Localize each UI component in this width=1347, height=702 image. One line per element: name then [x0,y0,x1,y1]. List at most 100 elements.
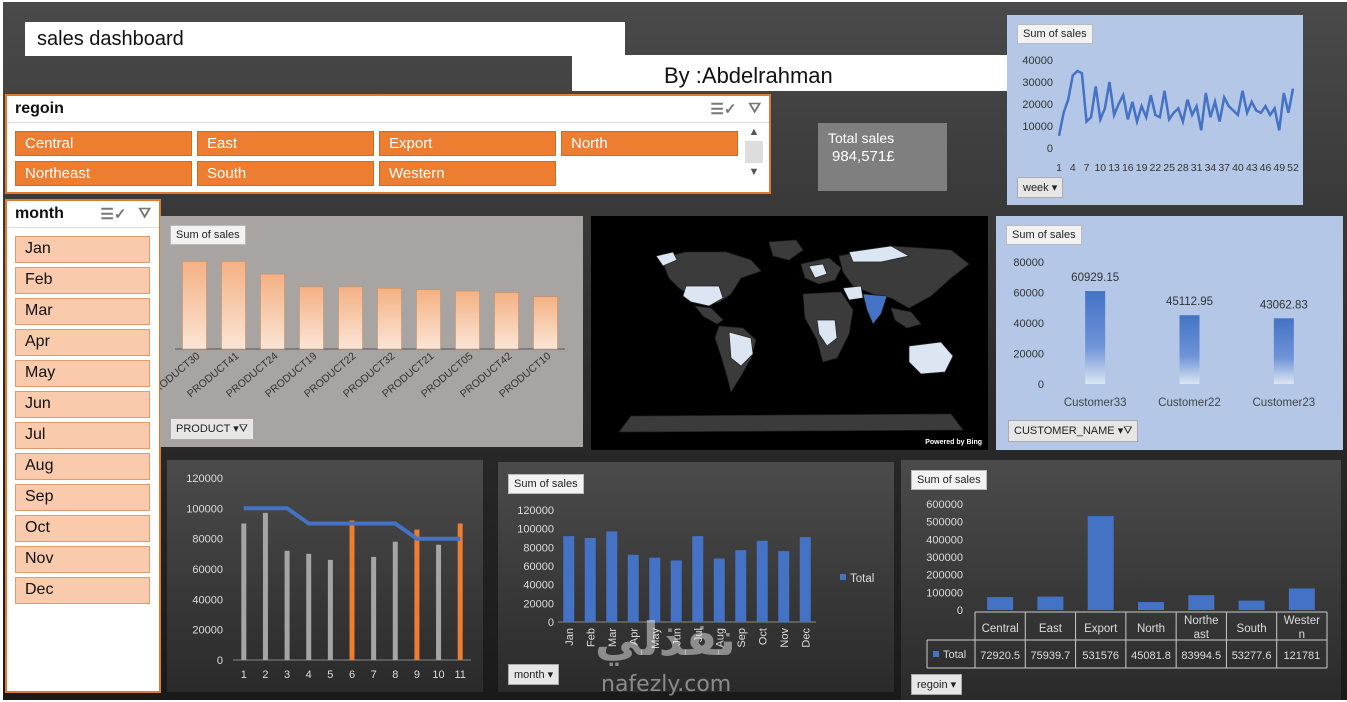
x-tick-label: Customer23 [1253,397,1316,409]
bar [284,550,290,660]
series-line [1057,69,1295,137]
y-tick-label: 20000 [1013,349,1044,361]
map-region-australia [908,341,954,375]
multi-select-icon[interactable]: ☰✓ [710,100,736,118]
y-tick-label: 120000 [186,473,223,485]
customer-sales-chart: 0 20000 40000 60000 80000 60929.15 Customer33 4… [1013,257,1316,409]
month-chip[interactable]: Jan [15,236,150,263]
x-tick-label: 52 [1287,162,1299,174]
x-tick-label: 10 [1094,162,1106,174]
bar [436,544,442,660]
table-value: 83994.5 [1181,650,1221,662]
region-filter-button[interactable]: regoin ▾ [911,674,963,695]
bar [262,512,268,660]
bar [221,261,246,350]
month-chip[interactable]: Mar [15,298,150,325]
monthly-combo-panel: 0 20000 40000 60000 80000 100000 120000 1 2 3 4 5 6 7… [167,460,483,692]
bar [260,273,285,350]
week-filter-label: week [1023,182,1049,194]
bar [299,286,324,350]
scroll-up-icon[interactable]: ▲ [745,126,763,138]
y-tick-label: 60000 [1013,288,1044,300]
month-chip[interactable]: Aug [15,453,150,480]
x-tick-label: 8 [392,669,398,681]
dropdown-icon: ▾ [547,669,554,681]
region-chip[interactable]: Northeast [15,161,192,186]
currency-symbol: £ [886,148,895,165]
month-filter-button[interactable]: month ▾ [508,664,560,685]
month-chip[interactable]: Dec [15,577,150,604]
data-label: 43062.83 [1260,299,1308,311]
bar [182,261,207,350]
month-chip[interactable]: May [15,360,150,387]
region-chip[interactable]: South [197,161,374,186]
customer-filter-button[interactable]: CUSTOMER_NAME ▾⛛ [1008,420,1139,442]
x-tick-label: North [1137,623,1165,635]
bar [306,553,312,660]
x-tick-label: 1 [1056,162,1062,174]
bar [692,536,704,622]
dropdown-icon: ▾ [950,679,957,691]
clear-filter-icon[interactable]: ⛛ [748,100,761,118]
product-filter-button[interactable]: PRODUCT ▾⛛ [170,418,255,440]
x-tick-label: 2 [262,669,268,681]
clear-filter-icon[interactable]: ⛛ [138,205,151,223]
legend-label: Total [850,573,874,585]
region-slicer: regoin ☰✓ ⛛ Central East Export North No… [5,94,771,194]
month-chip[interactable]: Sep [15,484,150,511]
y-tick-label: 300000 [926,552,963,564]
month-chip[interactable]: Apr [15,329,150,356]
bar [1273,318,1294,384]
y-tick-label: 40000 [1022,55,1053,67]
total-sales-card: Total sales 984,571£ [818,123,947,191]
x-tick-label: Customer33 [1064,397,1127,409]
x-tick-label: Nov [779,628,791,648]
y-tick-label: 0 [1047,143,1053,155]
filter-dropdown-icon: ▾⛛ [233,423,249,435]
region-chip[interactable]: Central [15,131,192,156]
scroll-thumb[interactable] [745,141,763,163]
y-tick-label: 500000 [926,517,963,529]
region-slicer-header: regoin ☰✓ ⛛ [7,96,769,123]
x-tick-label: 9 [414,669,420,681]
bar [349,520,355,660]
bar [756,540,768,622]
x-tick-label: 34 [1205,162,1217,174]
multi-select-icon[interactable]: ☰✓ [100,205,126,223]
bar [987,597,1014,610]
region-chip[interactable]: North [561,131,738,156]
watermark-latin: nafezly.com [601,672,732,697]
x-tick-label: Wester [1284,615,1320,627]
scroll-down-icon[interactable]: ▼ [745,166,763,178]
data-label: 60929.15 [1071,272,1119,284]
legend-swatch [840,574,846,580]
region-chip[interactable]: Export [379,131,556,156]
month-filter-label: month [514,669,545,681]
month-chip[interactable]: Oct [15,515,150,542]
y-tick-label: 40000 [1013,318,1044,330]
y-tick-label: 400000 [926,534,963,546]
x-tick-label: Export [1084,623,1118,635]
region-chip[interactable]: Western [379,161,556,186]
y-tick-label: 120000 [517,505,554,517]
region-slicer-scrollbar[interactable]: ▲ ▼ [745,126,763,186]
x-tick-label: South [1237,623,1267,635]
month-chip[interactable]: Jun [15,391,150,418]
legend-label: Total [943,649,966,661]
x-tick-label: n [1299,629,1305,641]
author-label: By :Abdelrahman [572,55,1008,91]
y-tick-label: 10000 [1022,121,1053,133]
month-chip[interactable]: Nov [15,546,150,573]
y-tick-label: 100000 [926,587,963,599]
week-filter-button[interactable]: week ▾ [1017,177,1064,198]
region-chip[interactable]: East [197,131,374,156]
x-tick-label: Central [982,623,1019,635]
watermark-arabic: نفذلي [595,612,736,666]
month-chip[interactable]: Feb [15,267,150,294]
x-tick-label: 7 [1084,162,1090,174]
region-sales-chart: 0 100000 200000 300000 400000 500000 600000 Tot… [926,499,1328,669]
monthly-combo-chart: 0 20000 40000 60000 80000 100000 120000 1 2 3 4 5 6 7… [186,473,471,681]
map-region-greenland [768,239,804,261]
bar [371,556,377,660]
month-chip[interactable]: Jul [15,422,150,449]
